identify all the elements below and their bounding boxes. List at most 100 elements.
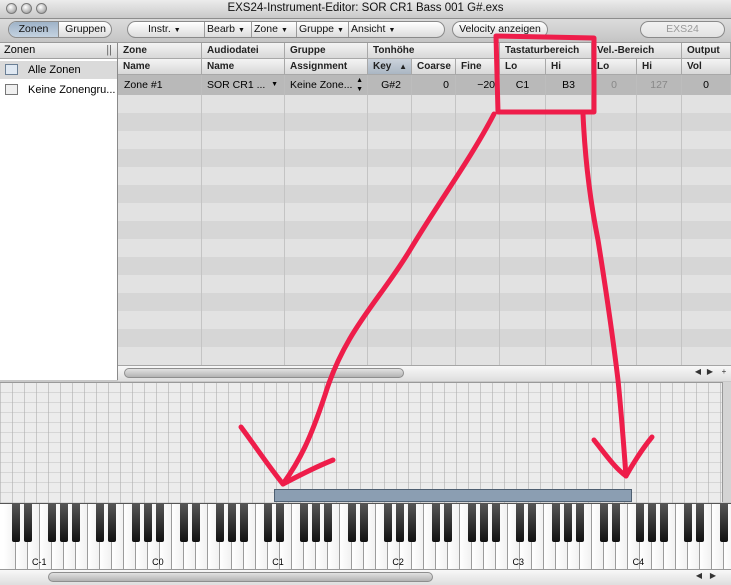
subheader-audio-name[interactable]: Name bbox=[202, 59, 285, 75]
edit-menu[interactable]: Bearb ▼ bbox=[204, 22, 251, 37]
black-key[interactable] bbox=[228, 504, 236, 542]
black-key[interactable] bbox=[396, 504, 404, 542]
black-key[interactable] bbox=[384, 504, 392, 542]
black-key[interactable] bbox=[408, 504, 416, 542]
black-key[interactable] bbox=[552, 504, 560, 542]
subheader-fine[interactable]: Fine bbox=[456, 59, 500, 75]
black-key[interactable] bbox=[192, 504, 200, 542]
subheader-key-hi[interactable]: Hi bbox=[546, 59, 592, 75]
velocity-toggle-button[interactable]: Velocity anzeigen bbox=[452, 21, 548, 38]
sidebar-item-all-zones[interactable]: Alle Zonen bbox=[0, 61, 117, 79]
key-hi-cell[interactable]: B3 bbox=[546, 75, 592, 95]
black-key[interactable] bbox=[156, 504, 164, 542]
black-key[interactable] bbox=[12, 504, 20, 542]
black-key[interactable] bbox=[648, 504, 656, 542]
keyboard-horizontal-scrollbar[interactable]: ◀ ▶ bbox=[0, 569, 731, 585]
key-cell[interactable]: G#2 bbox=[368, 75, 412, 95]
group-value: Keine Zone... bbox=[290, 79, 353, 91]
black-key[interactable] bbox=[144, 504, 152, 542]
subheader-key-lo[interactable]: Lo bbox=[500, 59, 546, 75]
header-audio-file[interactable]: Audiodatei bbox=[202, 43, 285, 59]
black-key[interactable] bbox=[516, 504, 524, 542]
header-zone[interactable]: Zone bbox=[118, 43, 202, 59]
vel-hi-cell[interactable]: 127 bbox=[637, 75, 682, 95]
keyboard-range-editor[interactable] bbox=[0, 382, 722, 504]
vel-lo-cell[interactable]: 0 bbox=[592, 75, 637, 95]
black-key[interactable] bbox=[564, 504, 572, 542]
black-key[interactable] bbox=[312, 504, 320, 542]
black-key[interactable] bbox=[528, 504, 536, 542]
header-pitch[interactable]: Tonhöhe bbox=[368, 43, 500, 59]
subheader-vel-lo[interactable]: Lo bbox=[592, 59, 637, 75]
black-key[interactable] bbox=[72, 504, 80, 542]
black-key[interactable] bbox=[492, 504, 500, 542]
black-key[interactable] bbox=[600, 504, 608, 542]
black-key[interactable] bbox=[96, 504, 104, 542]
sidebar-item-no-zone-group[interactable]: Keine Zonengru... bbox=[0, 81, 117, 99]
view-menu[interactable]: Ansicht ▼ bbox=[348, 22, 444, 37]
black-key[interactable] bbox=[132, 504, 140, 542]
add-icon[interactable]: + bbox=[718, 367, 730, 376]
black-key[interactable] bbox=[468, 504, 476, 542]
black-key[interactable] bbox=[660, 504, 668, 542]
black-key[interactable] bbox=[720, 504, 728, 542]
zone-name-cell[interactable]: Zone #1 bbox=[118, 75, 202, 95]
black-key[interactable] bbox=[108, 504, 116, 542]
scroll-right-icon[interactable]: ▶ bbox=[704, 367, 716, 376]
group-cell[interactable]: Keine Zone... ▲ ▼ bbox=[285, 75, 368, 95]
instrument-menu[interactable]: Instr. ▼ bbox=[128, 22, 204, 37]
scrollbar-thumb[interactable] bbox=[124, 368, 404, 378]
black-key[interactable] bbox=[24, 504, 32, 542]
black-key[interactable] bbox=[444, 504, 452, 542]
table-row[interactable]: Zone #1 SOR CR1 ... ▼ Keine Zone... ▲ ▼ G#2… bbox=[118, 75, 731, 95]
black-key[interactable] bbox=[636, 504, 644, 542]
black-key[interactable] bbox=[48, 504, 56, 542]
subheader-zone-name[interactable]: Name bbox=[118, 59, 202, 75]
subheader-assignment[interactable]: Assignment bbox=[285, 59, 368, 75]
audio-file-cell[interactable]: SOR CR1 ... ▼ bbox=[202, 75, 285, 95]
groups-view-button[interactable]: Gruppen bbox=[60, 22, 111, 37]
header-velocity-range[interactable]: Vel.-Bereich bbox=[592, 43, 682, 59]
black-key[interactable] bbox=[612, 504, 620, 542]
black-key[interactable] bbox=[180, 504, 188, 542]
black-key[interactable] bbox=[60, 504, 68, 542]
scroll-left-icon[interactable]: ◀ bbox=[693, 571, 705, 580]
black-key[interactable] bbox=[432, 504, 440, 542]
vol-cell[interactable]: 0 bbox=[682, 75, 731, 95]
zone-table: Zone Audiodatei Gruppe Tonhöhe Tastaturb… bbox=[118, 43, 731, 365]
zone-range-bar[interactable] bbox=[274, 489, 632, 502]
header-key-range[interactable]: Tastaturbereich bbox=[500, 43, 592, 59]
fine-cell[interactable]: −20 bbox=[456, 75, 500, 95]
scroll-left-icon[interactable]: ◀ bbox=[692, 367, 704, 376]
black-key[interactable] bbox=[348, 504, 356, 542]
scroll-right-icon[interactable]: ▶ bbox=[707, 571, 719, 580]
subheader-key[interactable]: Key ▲ bbox=[368, 59, 412, 75]
subheader-vol[interactable]: Vol bbox=[682, 59, 731, 75]
black-key[interactable] bbox=[360, 504, 368, 542]
black-key[interactable] bbox=[324, 504, 332, 542]
black-key[interactable] bbox=[480, 504, 488, 542]
editor-vertical-scrollbar[interactable] bbox=[722, 382, 731, 502]
piano-keyboard[interactable]: C-1 C0 C1 C2 C3 C4 bbox=[0, 503, 731, 570]
black-key[interactable] bbox=[300, 504, 308, 542]
group-menu[interactable]: Gruppe ▼ bbox=[296, 22, 348, 37]
key-lo-cell[interactable]: C1 bbox=[500, 75, 546, 95]
black-key[interactable] bbox=[696, 504, 704, 542]
black-key[interactable] bbox=[216, 504, 224, 542]
zones-view-button[interactable]: Zonen bbox=[9, 22, 59, 37]
table-horizontal-scrollbar[interactable]: ◀ ▶ + bbox=[118, 365, 731, 381]
column-resize-icon[interactable]: || bbox=[106, 43, 112, 58]
black-key[interactable] bbox=[264, 504, 272, 542]
black-key[interactable] bbox=[684, 504, 692, 542]
subheader-vel-hi[interactable]: Hi bbox=[637, 59, 682, 75]
black-key[interactable] bbox=[276, 504, 284, 542]
header-output[interactable]: Output bbox=[682, 43, 731, 59]
header-group[interactable]: Gruppe bbox=[285, 43, 368, 59]
zone-menu[interactable]: Zone ▼ bbox=[251, 22, 296, 37]
black-key[interactable] bbox=[240, 504, 248, 542]
scrollbar-thumb[interactable] bbox=[48, 572, 433, 582]
coarse-cell[interactable]: 0 bbox=[412, 75, 456, 95]
exs24-button[interactable]: EXS24 bbox=[640, 21, 725, 38]
black-key[interactable] bbox=[576, 504, 584, 542]
subheader-coarse[interactable]: Coarse bbox=[412, 59, 456, 75]
